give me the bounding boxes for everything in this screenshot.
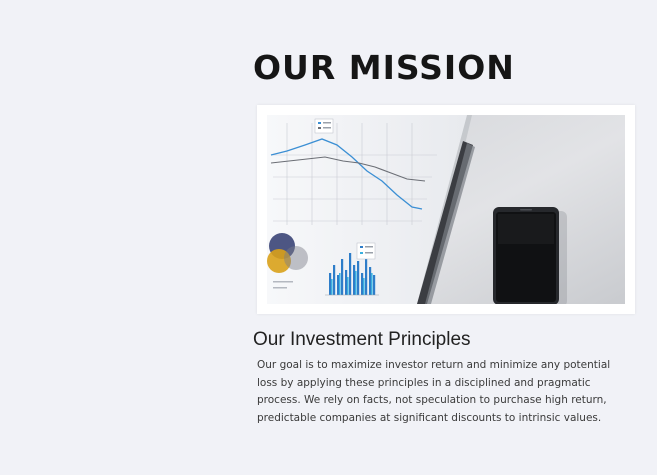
section-heading: Our Investment Principles	[253, 329, 471, 350]
page-title: OUR MISSION	[253, 48, 515, 87]
mission-image	[257, 105, 635, 314]
principles-paragraph: Our goal is to maximize investor return …	[257, 359, 611, 424]
document-charts-and-phone-photo	[267, 115, 625, 304]
